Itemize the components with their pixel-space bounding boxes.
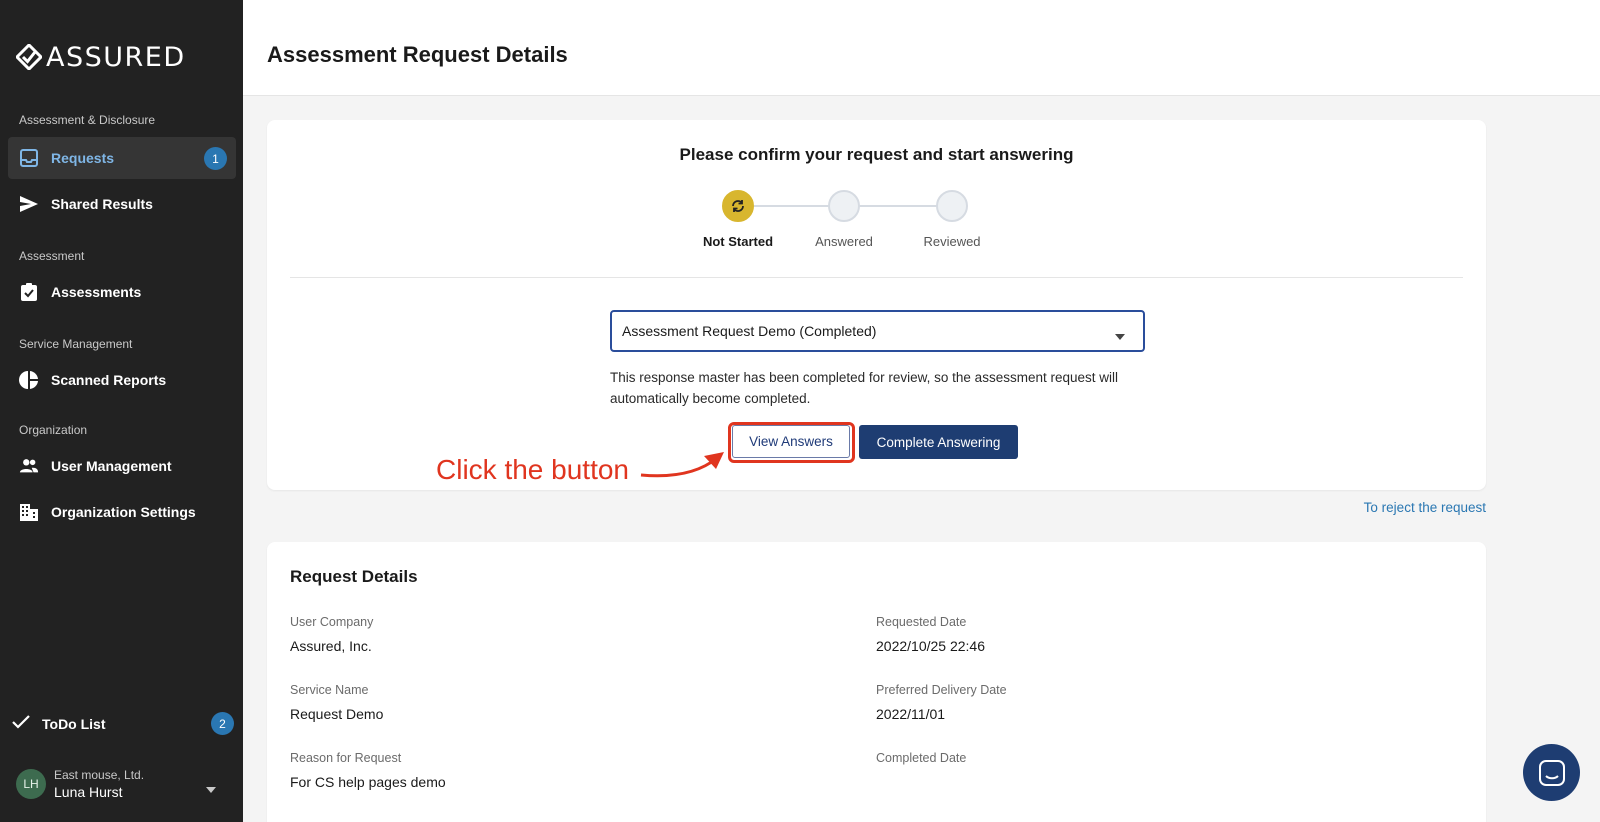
chat-support-button[interactable] — [1523, 744, 1580, 801]
sidebar: ASSURED Assessment & Disclosure Requests… — [0, 0, 243, 822]
step-label-not-started: Not Started — [702, 234, 774, 249]
sidebar-item-requests[interactable]: Requests 1 — [8, 137, 236, 179]
step-reviewed — [936, 190, 968, 222]
todo-label: ToDo List — [42, 716, 106, 732]
confirm-title: Please confirm your request and start an… — [679, 145, 1074, 164]
field-label-reason: Reason for Request — [290, 751, 402, 765]
sidebar-item-label: User Management — [51, 458, 172, 474]
complete-answering-button[interactable]: Complete Answering — [859, 425, 1018, 459]
inbox-icon — [19, 148, 39, 168]
people-icon — [19, 456, 39, 476]
sidebar-item-user-management[interactable]: User Management — [8, 445, 236, 487]
field-label-service-name: Service Name — [290, 683, 369, 697]
step-answered — [828, 190, 860, 222]
step-label-reviewed: Reviewed — [923, 234, 981, 249]
todo-list-button[interactable]: ToDo List 2 — [8, 706, 236, 742]
section-label-organization: Organization — [19, 423, 88, 437]
building-icon — [19, 502, 39, 522]
progress-stepper: Not Started Answered Reviewed — [703, 190, 1007, 250]
sidebar-item-label: Shared Results — [51, 196, 153, 212]
field-value-service-name: Request Demo — [290, 706, 384, 722]
view-answers-button[interactable]: View Answers — [732, 425, 850, 458]
section-label-assessment: Assessment — [19, 249, 85, 263]
sidebar-item-scanned-reports[interactable]: Scanned Reports — [8, 359, 236, 401]
sidebar-item-organization-settings[interactable]: Organization Settings — [8, 491, 236, 533]
page-header: Assessment Request Details — [243, 0, 1600, 96]
send-icon — [19, 194, 39, 214]
user-name: Luna Hurst — [54, 784, 123, 800]
response-master-select[interactable]: Assessment Request Demo (Completed) — [610, 310, 1145, 352]
request-details-title: Request Details — [290, 567, 418, 586]
confirm-card: Please confirm your request and start an… — [267, 120, 1486, 490]
section-label-service-management: Service Management — [19, 337, 133, 351]
caret-down-icon — [206, 780, 216, 798]
step-label-answered: Answered — [815, 234, 873, 249]
field-label-preferred-delivery-date: Preferred Delivery Date — [876, 683, 1007, 697]
step-connector — [754, 205, 829, 207]
select-value: Assessment Request Demo (Completed) — [622, 323, 877, 339]
chat-icon — [1538, 759, 1565, 786]
sidebar-item-label: Scanned Reports — [51, 372, 167, 388]
reject-request-link[interactable]: To reject the request — [1364, 500, 1486, 515]
assured-logo-icon — [16, 44, 42, 70]
step-connector — [858, 205, 939, 207]
sidebar-item-label: Organization Settings — [51, 504, 196, 520]
info-text: This response master has been completed … — [610, 370, 1118, 406]
logo[interactable]: ASSURED — [16, 41, 186, 73]
sidebar-item-assessments[interactable]: Assessments — [8, 271, 236, 313]
pie-chart-icon — [19, 370, 39, 390]
check-icon — [12, 714, 30, 734]
field-value-reason: For CS help pages demo — [290, 774, 446, 790]
requests-count-badge: 1 — [204, 147, 227, 170]
field-label-user-company: User Company — [290, 615, 374, 629]
sidebar-item-label: Requests — [51, 150, 115, 166]
divider — [290, 277, 1463, 278]
field-value-requested-date: 2022/10/25 22:46 — [876, 638, 985, 654]
page-title: Assessment Request Details — [267, 42, 568, 67]
todo-count-badge: 2 — [211, 712, 234, 735]
field-label-requested-date: Requested Date — [876, 615, 967, 629]
sidebar-item-label: Assessments — [51, 284, 142, 300]
field-label-completed-date: Completed Date — [876, 751, 967, 765]
avatar: LH — [16, 769, 46, 799]
request-details-card: Request Details User Company Assured, In… — [267, 542, 1486, 822]
user-company: East mouse, Ltd. — [54, 768, 145, 782]
clipboard-check-icon — [19, 282, 39, 302]
annotation-text: Click the button — [436, 454, 629, 485]
caret-down-icon — [1115, 327, 1125, 345]
user-menu[interactable]: LH East mouse, Ltd. Luna Hurst — [8, 762, 236, 806]
sync-icon — [732, 200, 744, 212]
step-not-started — [722, 190, 754, 222]
field-value-user-company: Assured, Inc. — [290, 638, 372, 654]
field-value-preferred-delivery-date: 2022/11/01 — [876, 706, 946, 722]
sidebar-item-shared-results[interactable]: Shared Results — [8, 183, 236, 225]
section-label-assessment-disclosure: Assessment & Disclosure — [19, 113, 156, 127]
logo-text: ASSURED — [46, 41, 186, 73]
